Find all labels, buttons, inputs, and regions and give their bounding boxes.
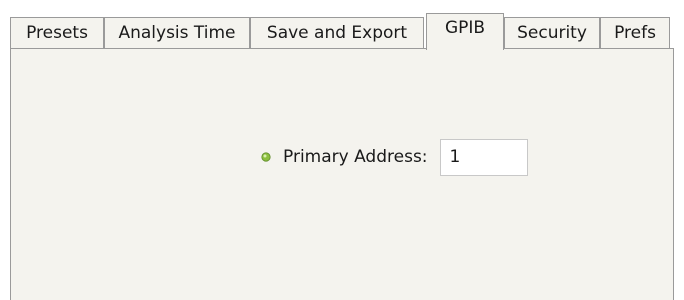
tab-analysis-time[interactable]: Analysis Time [104, 17, 250, 48]
tab-save-and-export-label: Save and Export [266, 22, 408, 43]
gpib-panel: Primary Address: [10, 48, 674, 300]
primary-address-input[interactable] [439, 138, 528, 176]
radio-dot-icon [261, 152, 271, 162]
tab-save-and-export[interactable]: Save and Export [250, 17, 424, 48]
primary-address-label: Primary Address: [283, 147, 428, 167]
tab-gpib-label: GPIB [444, 17, 486, 38]
tab-security-label: Security [517, 22, 587, 43]
tab-bar: Presets Analysis Time Save and Export GP… [10, 0, 674, 50]
tab-gpib[interactable]: GPIB [426, 13, 504, 50]
tab-presets[interactable]: Presets [10, 17, 104, 48]
tab-analysis-time-label: Analysis Time [118, 22, 236, 43]
tab-prefs-label: Prefs [614, 22, 656, 43]
tab-prefs[interactable]: Prefs [600, 17, 670, 48]
tab-presets-label: Presets [26, 22, 88, 43]
primary-address-row: Primary Address: [261, 138, 528, 176]
tab-security[interactable]: Security [504, 17, 600, 48]
